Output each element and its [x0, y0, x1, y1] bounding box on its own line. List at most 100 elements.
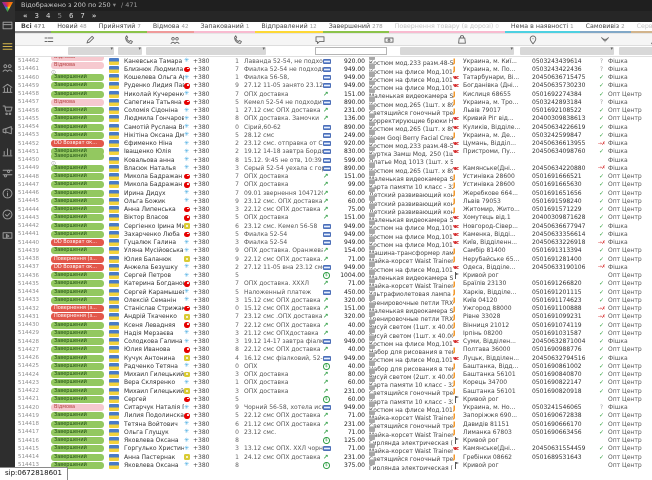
table-row[interactable]: 514439ЗавершенийУляна Мусійовська✳+3809О… — [15, 247, 652, 255]
sidebar-item-video-icon[interactable] — [2, 230, 13, 241]
payment-cell: ↗ — [323, 107, 334, 114]
table-row[interactable]: 514422ЗавершенийМихаил Гилецький+3803ОПХ… — [15, 387, 652, 395]
tab-відправлений[interactable]: Відправлений12 — [255, 22, 322, 33]
sidebar-item-cart-icon[interactable] — [2, 104, 13, 115]
table-row[interactable]: 514450Завершений⊙Ковальова анна✳+380815.… — [15, 156, 652, 164]
last-page-button[interactable]: » — [92, 11, 97, 22]
tab-запакований[interactable]: Запакований1 — [194, 22, 255, 33]
table-row[interactable]: 514461Відмова⊙Близнюк Людмила ...+3807Фи… — [15, 65, 652, 73]
table-row[interactable]: 514440DD Возврат ок...Гуцалюк Галина✳+38… — [15, 239, 652, 247]
table-row[interactable]: 514421ЗавершенийСергей+3805$60.00Карта п… — [15, 395, 652, 403]
tab-нема-в-наявності[interactable]: Нема в наявності1 — [505, 22, 580, 33]
table-row[interactable]: 514442ЗавершенийСергіенко Ірина Ми...+38… — [15, 222, 652, 230]
edit-column-icon[interactable] — [85, 35, 95, 45]
table-row[interactable]: 514413ЗавершенийЯковлева Оксана✳+3808$37… — [15, 461, 652, 469]
table-row[interactable]: 514427ЗавершенийЮлия Иванова+380822.12 с… — [15, 346, 652, 354]
page-button-6[interactable]: 6 — [69, 11, 73, 22]
tab-повернення-товару-в-дорозі-[interactable]: Повернення товару (в дорозі)0 — [389, 22, 505, 33]
table-row[interactable]: 514460ЗавершенийКошелева Ольга Ар...✳+38… — [15, 74, 652, 82]
table-row[interactable]: 514424ЗавершенийМихаил Гилецький+3803ОПХ… — [15, 371, 652, 379]
table-row[interactable]: 514452DD Возврат ок...Єфименко Ніна✳+380… — [15, 140, 652, 148]
table-row[interactable]: 514415ЗавершенийГоргулько Христина...✳+3… — [15, 445, 652, 453]
table-row[interactable]: 514425ЗавершенийРадченко Тетяна✳+3800ОПХ… — [15, 362, 652, 370]
page-button-7[interactable]: 7 — [80, 11, 84, 22]
table-row[interactable]: 514456ЗавершенийСоломія Сідоніна✳+380127… — [15, 107, 652, 115]
table-row[interactable]: 514446ЗавершенийИрина Дидух✳+380709.01 з… — [15, 189, 652, 197]
tab-новий[interactable]: Новий48 — [51, 22, 92, 33]
page-button-5[interactable]: 5 — [57, 11, 61, 22]
sidebar-item-dashboard-icon[interactable] — [2, 20, 13, 31]
page-button-3[interactable]: 3 — [35, 11, 39, 22]
table-row[interactable]: 514428ЗавершенийСолодкова Галина В...✳+3… — [15, 338, 652, 346]
tab-сервіси[interactable]: Сервіси0 — [631, 22, 652, 33]
app-logo-icon[interactable] — [2, 2, 13, 12]
tab-відмова[interactable]: Відмова42 — [147, 22, 195, 33]
country-filter-dropdown[interactable] — [118, 47, 142, 55]
table-row[interactable]: 514441ЗавершенийЗахарченко Люба+3805Фиал… — [15, 230, 652, 238]
table-row[interactable]: 514444ЗавершенийАнна Липенська+380322.12… — [15, 206, 652, 214]
status-filter-dropdown[interactable] — [68, 47, 114, 55]
table-row[interactable]: 514445ЗавершенийОльга Божик✳+380923.12 с… — [15, 197, 652, 205]
table-row[interactable]: 514417ЗавершенийОльга Глущук✳+380023.12 … — [15, 428, 652, 436]
table-row[interactable]: 514418ЗавершенийТетяна Войтович✳+380621.… — [15, 420, 652, 428]
table-row[interactable]: 514451ЗавершенийІващенко Юлія✳+380219.12… — [15, 148, 652, 156]
tab-самовивіз[interactable]: Самовивіз2 — [580, 22, 631, 33]
table-row[interactable]: 514432Повернення (з...Станіслав Стрижак+… — [15, 305, 652, 313]
sidebar-item-orders-icon[interactable] — [2, 41, 13, 52]
table-row[interactable]: 514436ЗавершенийСергей Петров✳+3805$1004… — [15, 272, 652, 280]
table-row[interactable]: 514449ЗавершенийВласюк Наталья✳+3803Серы… — [15, 164, 652, 172]
table-row[interactable]: 514434ЗавершенийСергей Карамышев✳+3805На… — [15, 288, 652, 296]
table-row[interactable]: 514448ЗавершенийМикола Бадражан+3807ОПХ … — [15, 173, 652, 181]
location-column-icon[interactable] — [528, 35, 538, 45]
table-row[interactable]: 514455ЗавершенийЛюдмила Гончарова✳+3808О… — [15, 115, 652, 123]
table-row[interactable]: 514462Відмова⊙Каневська Тамара ...✳+3801… — [15, 57, 652, 65]
customers-column-icon[interactable] — [170, 35, 180, 45]
source-filter-dropdown[interactable] — [619, 47, 652, 55]
table-row[interactable]: 514437DD Возврат ок...Анжела Безушку✳+38… — [15, 263, 652, 271]
tab-прийнятий[interactable]: Прийнятий7 — [93, 22, 147, 33]
chevron-down-icon[interactable]: ▾ — [113, 1, 116, 9]
product-filter-dropdown[interactable] — [400, 47, 514, 55]
sidebar-item-info-icon[interactable] — [2, 188, 13, 199]
table-row[interactable]: 514414ЗавершенийАнна Пастернак+380124.12… — [15, 453, 652, 461]
table-row[interactable]: 514426ЗавершенийКучук Антонина+380416.12… — [15, 354, 652, 362]
comment-column-icon[interactable] — [315, 35, 325, 45]
sidebar-item-finance-icon[interactable] — [2, 83, 13, 94]
money-column-icon[interactable] — [384, 35, 394, 45]
table-row[interactable]: 514430ЗавершенийКсеня Левадняя+380722.12… — [15, 321, 652, 329]
track-status-ok-icon: ✓ — [595, 214, 608, 221]
table-row[interactable]: 514419ЗавершенийЛилия Подолинская+380522… — [15, 412, 652, 420]
page-button-4[interactable]: 4 — [46, 11, 50, 22]
product-column-icon[interactable] — [457, 35, 467, 45]
table-row[interactable]: 514447ЗавершенийМикола Бадражан+3807ОПХ … — [15, 181, 652, 189]
table-row[interactable]: 514458ЗавершенийНиколай Кучеренко✳+3807О… — [15, 90, 652, 98]
table-row[interactable]: 514416ЗавершенийЯковлева Оксана✳+3808$12… — [15, 437, 652, 445]
sidebar-item-support-icon[interactable] — [2, 209, 13, 220]
search-filter-input[interactable] — [315, 47, 387, 55]
table-row[interactable]: 514457ВідмоваСапегина Татьяна С...+3805К… — [15, 98, 652, 106]
sidebar-item-reports-icon[interactable] — [2, 146, 13, 157]
sidebar-item-customers-icon[interactable] — [2, 62, 13, 73]
table-row[interactable]: 514431Повернення (з...Андрій Ткаченко+38… — [15, 313, 652, 321]
tab-завершений[interactable]: Завершений278 — [323, 22, 389, 33]
tab-всі[interactable]: Всі471 — [15, 22, 51, 33]
table-row[interactable]: 514459ЗавершенийРуденко Лидия Пав...+380… — [15, 82, 652, 90]
list-column-icon[interactable] — [44, 35, 54, 45]
table-row[interactable]: 514433ЗавершенийОлексій Семанін✳+380315.… — [15, 296, 652, 304]
phone-column-icon[interactable] — [233, 35, 243, 45]
call-status-column-icon[interactable] — [600, 35, 610, 45]
table-row[interactable]: 514453ЗавершенийНікітіна Оксана Дми...✳+… — [15, 131, 652, 139]
table-row[interactable]: 514420ВідмоваСитарчук Наталія Гр...✳+380… — [15, 404, 652, 412]
table-row[interactable]: 514443ЗавершенийВіктор Власов+3805ОПХ до… — [15, 214, 652, 222]
delivery-filter-dropdown[interactable] — [520, 47, 614, 55]
table-row[interactable]: 514438Повернення (з...Юлия Баланюк+38092… — [15, 255, 652, 263]
table-row[interactable]: 514435ЗавершенийКатерина Богданова+3807О… — [15, 280, 652, 288]
sidebar-item-settings-icon[interactable] — [2, 167, 13, 178]
first-page-button[interactable]: « — [23, 11, 28, 22]
table-row[interactable]: 514454ЗавершенийСамотій Руслана Во...✳+3… — [15, 123, 652, 131]
callback-column-icon[interactable] — [124, 35, 134, 45]
client-filter-dropdown[interactable] — [146, 47, 266, 55]
table-row[interactable]: 514423ЗавершенийВера Скляренко✳+3801ОПХ … — [15, 379, 652, 387]
sidebar-item-marketing-icon[interactable] — [2, 125, 13, 136]
table-row[interactable]: 514429ЗавершенийНадія Мерзаєва✳+380321.1… — [15, 329, 652, 337]
